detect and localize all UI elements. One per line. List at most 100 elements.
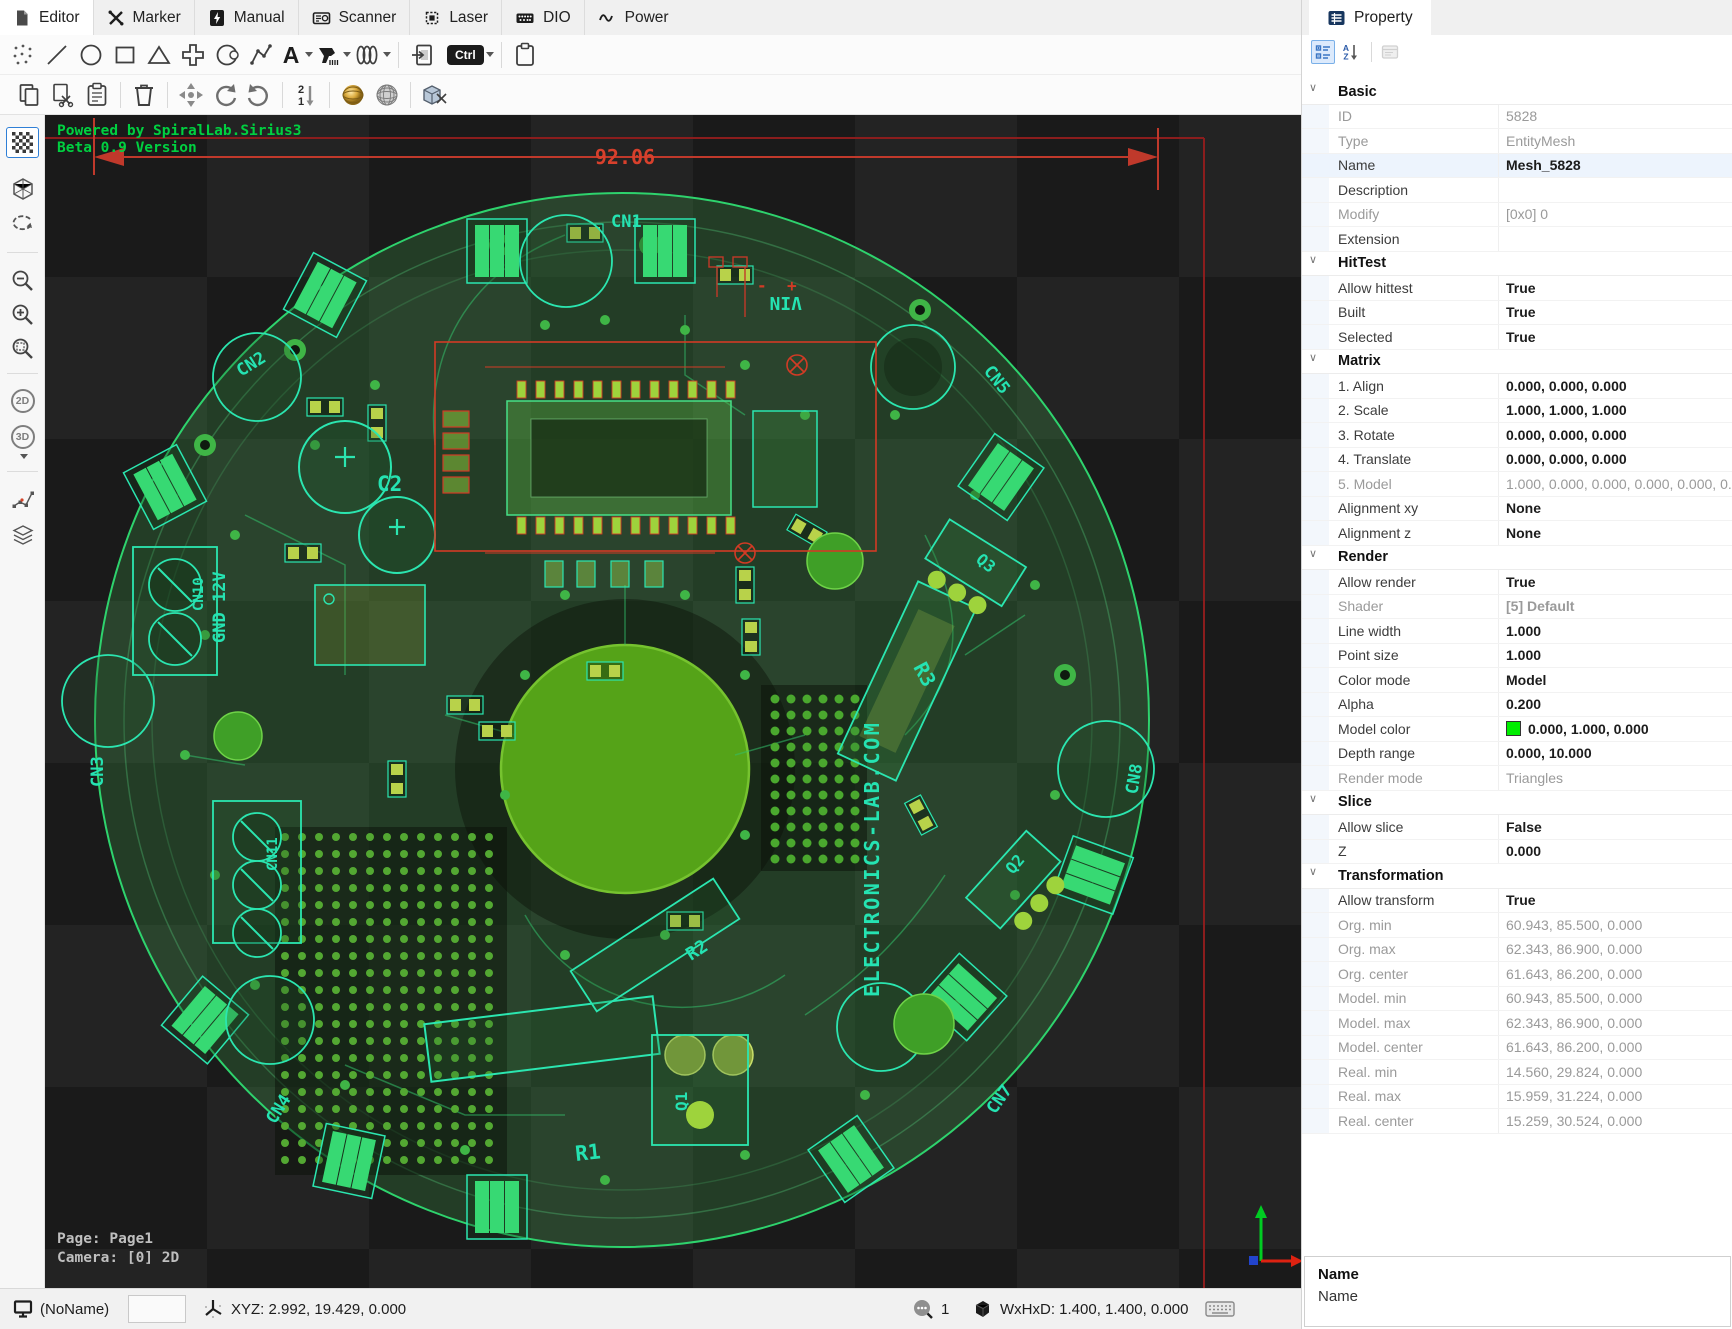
text-tool-button[interactable]: A	[279, 39, 313, 71]
property-value[interactable]: 0.000, 0.000, 0.000	[1498, 447, 1732, 471]
cut-button[interactable]	[47, 79, 79, 111]
zoom-out-button[interactable]	[6, 265, 39, 296]
copy-button[interactable]	[13, 79, 45, 111]
property-value[interactable]: 1.000, 0.000, 0.000, 0.000, 0.000, 0.000	[1498, 472, 1732, 496]
view-3d-button[interactable]: 3D	[6, 421, 39, 452]
property-value[interactable]: [5] Default	[1498, 594, 1732, 618]
barcode-dropdown-caret[interactable]	[343, 52, 351, 57]
zoom-fit-button[interactable]	[6, 333, 39, 364]
view-3d-dropdown-caret[interactable]	[6, 449, 39, 463]
property-value[interactable]	[1498, 178, 1732, 202]
property-value[interactable]: Model	[1498, 668, 1732, 692]
property-row-description[interactable]: Description	[1302, 178, 1732, 203]
property-row-render-mode[interactable]: Render mode Triangles	[1302, 766, 1732, 791]
property-value[interactable]: False	[1498, 815, 1732, 839]
property-row-alignment-xy[interactable]: Alignment xy None	[1302, 496, 1732, 521]
tab-marker[interactable]: Marker	[94, 0, 195, 35]
tab-power[interactable]: Power	[585, 0, 682, 35]
delete-button[interactable]	[128, 79, 160, 111]
property-pages-button[interactable]	[1378, 40, 1402, 64]
sort-order-button[interactable]: 21	[290, 79, 322, 111]
layers-button[interactable]	[6, 519, 39, 550]
color-swatch[interactable]	[1506, 721, 1521, 737]
mesh-sphere-button[interactable]	[371, 79, 403, 111]
property-value[interactable]: 15.959, 31.224, 0.000	[1498, 1084, 1732, 1108]
property-section-slice[interactable]: ∨ Slice	[1302, 790, 1732, 815]
path-nodes-button[interactable]	[6, 483, 39, 514]
view-2d-button[interactable]: 2D	[6, 385, 39, 416]
property-value[interactable]: 61.643, 86.200, 0.000	[1498, 1035, 1732, 1059]
chevron-down-icon[interactable]: ∨	[1309, 547, 1317, 560]
tab-scanner[interactable]: Scanner	[299, 0, 411, 35]
property-row-z[interactable]: Z 0.000	[1302, 839, 1732, 864]
property-value[interactable]: None	[1498, 521, 1732, 545]
property-value[interactable]: True	[1498, 300, 1732, 324]
property-value[interactable]: 60.943, 85.500, 0.000	[1498, 913, 1732, 937]
property-row-shader[interactable]: Shader [5] Default	[1302, 594, 1732, 619]
property-row-model-center[interactable]: Model. center 61.643, 86.200, 0.000	[1302, 1035, 1732, 1060]
property-value[interactable]: 15.259, 30.524, 0.000	[1498, 1109, 1732, 1133]
property-row-line-width[interactable]: Line width 1.000	[1302, 619, 1732, 644]
property-row-model-max[interactable]: Model. max 62.343, 86.900, 0.000	[1302, 1011, 1732, 1036]
property-row-selected[interactable]: Selected True	[1302, 325, 1732, 350]
tab-editor[interactable]: Editor	[0, 0, 94, 35]
property-row-model-color[interactable]: Model color 0.000, 1.000, 0.000	[1302, 717, 1732, 742]
zoom-in-button[interactable]	[6, 299, 39, 330]
cross-tool-button[interactable]	[177, 39, 209, 71]
property-value[interactable]: 60.943, 85.500, 0.000	[1498, 986, 1732, 1010]
property-row-depth-range[interactable]: Depth range 0.000, 10.000	[1302, 741, 1732, 766]
tab-laser[interactable]: Laser	[410, 0, 503, 35]
solid-sphere-button[interactable]	[337, 79, 369, 111]
property-row-alignment-z[interactable]: Alignment z None	[1302, 521, 1732, 546]
color-sample-box[interactable]	[128, 1295, 186, 1323]
property-value[interactable]: 0.000, 0.000, 0.000	[1498, 374, 1732, 398]
property-value[interactable]: 0.000, 0.000, 0.000	[1498, 423, 1732, 447]
categorized-view-button[interactable]	[1311, 40, 1335, 64]
import-entity-button[interactable]	[406, 39, 438, 71]
property-value[interactable]: Mesh_5828	[1498, 153, 1732, 177]
tab-property[interactable]: Property	[1309, 0, 1431, 35]
ctrl-dropdown-caret[interactable]	[485, 52, 494, 57]
property-section-hittest[interactable]: ∨ HitTest	[1302, 251, 1732, 276]
triangle-tool-button[interactable]	[143, 39, 175, 71]
property-section-basic[interactable]: ∨ Basic	[1302, 80, 1732, 105]
tab-manual[interactable]: Manual	[195, 0, 299, 35]
line-tool-button[interactable]	[41, 39, 73, 71]
property-value[interactable]: 14.560, 29.824, 0.000	[1498, 1060, 1732, 1084]
property-value[interactable]	[1498, 227, 1732, 251]
property-value[interactable]: 1.000	[1498, 643, 1732, 667]
property-value[interactable]: 62.343, 86.900, 0.000	[1498, 937, 1732, 961]
viewport-canvas[interactable]: 92.06 CN1 CN2 CN3 CN4 CN5 CN7 CN8 CN10 C…	[45, 115, 1301, 1288]
property-row-extension[interactable]: Extension	[1302, 227, 1732, 252]
polyline-tool-button[interactable]	[245, 39, 277, 71]
property-row-alpha[interactable]: Alpha 0.200	[1302, 692, 1732, 717]
property-value[interactable]: EntityMesh	[1498, 129, 1732, 153]
property-value[interactable]: 5828	[1498, 104, 1732, 128]
barcode-gun-button[interactable]	[315, 39, 351, 71]
property-row-5-model[interactable]: 5. Model 1.000, 0.000, 0.000, 0.000, 0.00…	[1302, 472, 1732, 497]
property-row-org-center[interactable]: Org. center 61.643, 86.200, 0.000	[1302, 962, 1732, 987]
property-row-allow-transform[interactable]: Allow transform True	[1302, 888, 1732, 913]
chevron-down-icon[interactable]: ∨	[1309, 792, 1317, 805]
property-row-color-mode[interactable]: Color mode Model	[1302, 668, 1732, 693]
property-row-3-rotate[interactable]: 3. Rotate 0.000, 0.000, 0.000	[1302, 423, 1732, 448]
property-row-4-translate[interactable]: 4. Translate 0.000, 0.000, 0.000	[1302, 447, 1732, 472]
property-value[interactable]: True	[1498, 276, 1732, 300]
property-section-transformation[interactable]: ∨ Transformation	[1302, 864, 1732, 889]
property-value[interactable]: 0.000	[1498, 839, 1732, 863]
slice-box-button[interactable]	[418, 79, 450, 111]
property-value[interactable]: 0.000, 1.000, 0.000	[1498, 717, 1732, 741]
property-value[interactable]: 62.343, 86.900, 0.000	[1498, 1011, 1732, 1035]
spiral-dropdown-caret[interactable]	[383, 52, 391, 57]
redo-button[interactable]	[243, 79, 275, 111]
property-row-allow-slice[interactable]: Allow slice False	[1302, 815, 1732, 840]
property-value[interactable]: 1.000, 1.000, 1.000	[1498, 398, 1732, 422]
property-row-real-max[interactable]: Real. max 15.959, 31.224, 0.000	[1302, 1084, 1732, 1109]
chevron-down-icon[interactable]: ∨	[1309, 865, 1317, 878]
property-row-allow-hittest[interactable]: Allow hittest True	[1302, 276, 1732, 301]
property-row-point-size[interactable]: Point size 1.000	[1302, 643, 1732, 668]
property-row-org-min[interactable]: Org. min 60.943, 85.500, 0.000	[1302, 913, 1732, 938]
property-row-built[interactable]: Built True	[1302, 300, 1732, 325]
property-row-real-center[interactable]: Real. center 15.259, 30.524, 0.000	[1302, 1109, 1732, 1134]
keyboard-toggle[interactable]	[1205, 1289, 1235, 1329]
